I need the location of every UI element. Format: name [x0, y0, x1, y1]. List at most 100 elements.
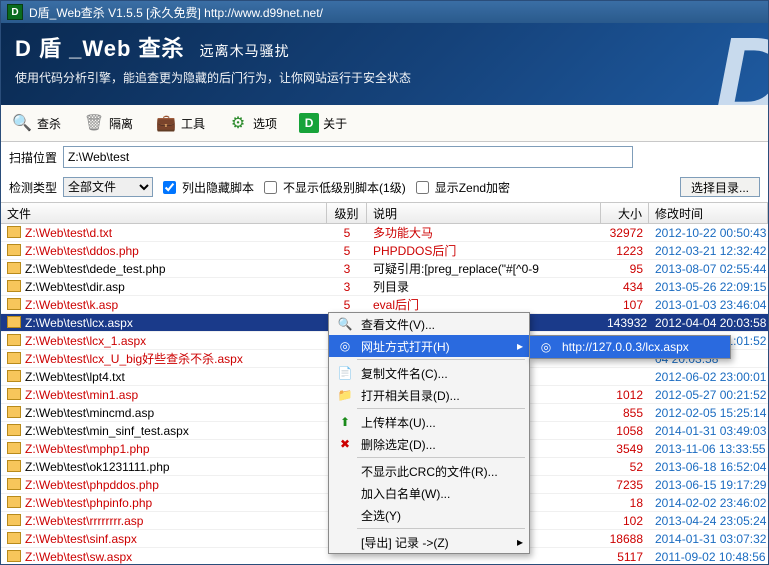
cell-file: Z:\Web\test\lcx_1.aspx: [1, 334, 327, 348]
cell-date: 2012-06-02 23:00:01: [649, 370, 768, 384]
menu-sep: [357, 528, 525, 529]
cell-file: Z:\Web\test\min_sinf_test.aspx: [1, 424, 327, 438]
grid-header: 文件 级别 说明 大小 修改时间: [1, 202, 768, 224]
menu-sep: [357, 359, 525, 360]
cell-size: 1012: [601, 388, 649, 402]
chk-hidden[interactable]: 列出隐藏脚本: [159, 178, 254, 197]
cell-desc: PHPDDOS后门: [367, 242, 601, 259]
folder-icon: [7, 334, 21, 346]
cell-date: 2012-03-21 12:32:42: [649, 244, 768, 258]
folder-icon: [7, 442, 21, 454]
upload-icon: ⬆: [335, 415, 355, 429]
main-toolbar: 🔍查杀 🗑隔离 💼工具 ⚙选项 D关于: [1, 105, 768, 142]
cell-date: 2013-01-03 23:46:04: [649, 298, 768, 312]
window-title: D盾_Web查杀 V1.5.5 [永久免费] http://www.d99net…: [29, 4, 323, 21]
quarantine-label: 隔离: [109, 115, 133, 132]
chk-zend[interactable]: 显示Zend加密: [412, 178, 510, 197]
chk-lowlevel[interactable]: 不显示低级别脚本(1级): [260, 178, 406, 197]
quarantine-button[interactable]: 🗑隔离: [79, 110, 137, 136]
cell-size: 32972: [601, 226, 649, 240]
folder-icon: [7, 370, 21, 382]
cell-file: Z:\Web\test\sw.aspx: [1, 550, 327, 564]
table-row[interactable]: Z:\Web\test\d.txt5多功能大马329722012-10-22 0…: [1, 224, 768, 242]
cell-file: Z:\Web\test\dir.asp: [1, 280, 327, 294]
cell-level: 3: [327, 262, 367, 276]
folder-icon: [7, 496, 21, 508]
cell-desc: 多功能大马: [367, 224, 601, 241]
cell-size: 52: [601, 460, 649, 474]
menu-view-file[interactable]: 🔍查看文件(V)...: [329, 313, 529, 335]
cell-date: 2014-01-31 03:49:03: [649, 424, 768, 438]
menu-open-dir[interactable]: 📁打开相关目录(D)...: [329, 384, 529, 406]
cell-size: 3549: [601, 442, 649, 456]
cell-file: Z:\Web\test\lcx.aspx: [1, 316, 327, 330]
folder-icon: [7, 550, 21, 562]
cell-date: 2012-05-27 00:21:52: [649, 388, 768, 402]
submenu-url: ◎http://127.0.0.3/lcx.aspx: [529, 335, 731, 359]
col-level[interactable]: 级别: [327, 203, 367, 223]
path-input[interactable]: [63, 146, 633, 168]
brand-title: D 盾 _Web 查杀: [15, 36, 185, 61]
menu-export[interactable]: [导出] 记录 ->(Z)▸: [329, 531, 529, 553]
cell-level: 5: [327, 226, 367, 240]
cell-file: Z:\Web\test\mphp1.php: [1, 442, 327, 456]
cell-file: Z:\Web\test\mincmd.asp: [1, 406, 327, 420]
choose-dir-button[interactable]: 选择目录...: [680, 177, 760, 197]
scan-button[interactable]: 🔍查杀: [7, 110, 65, 136]
table-row[interactable]: Z:\Web\test\dede_test.php3可疑引用:[preg_rep…: [1, 260, 768, 278]
chevron-right-icon: ▸: [517, 339, 523, 353]
cell-size: 1058: [601, 424, 649, 438]
table-row[interactable]: Z:\Web\test\ddos.php5PHPDDOS后门12232012-0…: [1, 242, 768, 260]
menu-hide-crc[interactable]: 不显示此CRC的文件(R)...: [329, 460, 529, 482]
menu-upload[interactable]: ⬆上传样本(U)...: [329, 411, 529, 433]
menu-whitelist[interactable]: 加入白名单(W)...: [329, 482, 529, 504]
folder-icon: [7, 406, 21, 418]
cell-date: 2013-11-06 13:33:55: [649, 442, 768, 456]
folder-icon: [7, 514, 21, 526]
type-label: 检测类型: [9, 179, 57, 196]
cell-date: 2011-09-02 10:48:56: [649, 550, 768, 564]
cell-date: 2012-10-22 00:50:43: [649, 226, 768, 240]
folder-icon: [7, 352, 21, 364]
col-date[interactable]: 修改时间: [649, 203, 768, 223]
briefcase-icon: 💼: [155, 112, 177, 134]
submenu-url-item[interactable]: ◎http://127.0.0.3/lcx.aspx: [530, 336, 730, 358]
cell-file: Z:\Web\test\lcx_U_big好些查杀不杀.aspx: [1, 350, 327, 367]
chk-lowlevel-box[interactable]: [264, 181, 277, 194]
cell-file: Z:\Web\test\ok1231111.php: [1, 460, 327, 474]
menu-copy-name[interactable]: 📄复制文件名(C)...: [329, 362, 529, 384]
title-bar[interactable]: D D盾_Web查杀 V1.5.5 [永久免费] http://www.d99n…: [1, 1, 768, 23]
folder-icon: [7, 298, 21, 310]
search-icon: 🔍: [335, 317, 355, 331]
chevron-right-icon: ▸: [517, 535, 523, 549]
tools-button[interactable]: 💼工具: [151, 110, 209, 136]
col-desc[interactable]: 说明: [367, 203, 601, 223]
col-size[interactable]: 大小: [601, 203, 649, 223]
menu-open-url[interactable]: ◎网址方式打开(H)▸ ◎http://127.0.0.3/lcx.aspx: [329, 335, 529, 357]
cell-file: Z:\Web\test\min1.asp: [1, 388, 327, 402]
options-label: 选项: [253, 115, 277, 132]
cell-size: 18: [601, 496, 649, 510]
cell-size: 95: [601, 262, 649, 276]
cell-size: 107: [601, 298, 649, 312]
menu-select-all[interactable]: 全选(Y): [329, 504, 529, 526]
type-select[interactable]: 全部文件: [63, 177, 153, 197]
delete-icon: ✖: [335, 437, 355, 451]
folder-icon: [7, 532, 21, 544]
folder-icon: [7, 460, 21, 472]
menu-delete[interactable]: ✖删除选定(D)...: [329, 433, 529, 455]
cell-date: 2012-02-05 15:25:14: [649, 406, 768, 420]
options-button[interactable]: ⚙选项: [223, 110, 281, 136]
cell-size: 855: [601, 406, 649, 420]
header-subtitle: 使用代码分析引擎，能追查更为隐藏的后门行为，让你网站运行于安全状态: [15, 69, 754, 86]
cell-desc: 列目录: [367, 278, 601, 295]
chk-zend-box[interactable]: [416, 181, 429, 194]
table-row[interactable]: Z:\Web\test\dir.asp3列目录4342013-05-26 22:…: [1, 278, 768, 296]
cell-file: Z:\Web\test\d.txt: [1, 226, 327, 240]
chk-hidden-box[interactable]: [163, 181, 176, 194]
cell-size: 5117: [601, 550, 649, 564]
col-file[interactable]: 文件: [1, 203, 327, 223]
cell-date: 2013-04-24 23:05:24: [649, 514, 768, 528]
cell-size: 102: [601, 514, 649, 528]
about-button[interactable]: D关于: [295, 111, 351, 135]
